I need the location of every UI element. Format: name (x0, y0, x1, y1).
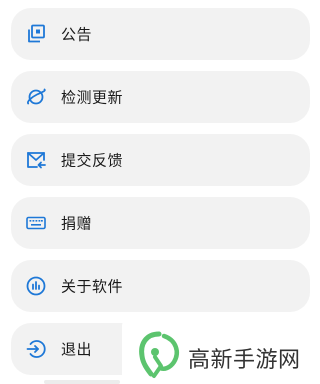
menu-item-label: 检测更新 (61, 88, 124, 107)
watermark-text: 高新手游网 (188, 348, 301, 373)
watermark: 高新手游网 (122, 318, 320, 384)
feedback-mail-icon (25, 149, 47, 171)
planet-icon (25, 86, 47, 108)
menu-item-check-update[interactable]: 检测更新 (11, 71, 310, 123)
menu-item-feedback[interactable]: 提交反馈 (11, 134, 310, 186)
about-bars-icon (25, 275, 47, 297)
menu-item-about[interactable]: 关于软件 (11, 260, 310, 312)
notice-icon (25, 23, 47, 45)
exit-icon (25, 338, 47, 360)
bottom-divider (44, 380, 120, 384)
keyboard-icon (25, 212, 47, 234)
menu-item-label: 捐赠 (61, 214, 93, 233)
menu-item-label: 公告 (61, 25, 93, 44)
menu-item-donate[interactable]: 捐赠 (11, 197, 310, 249)
watermark-logo-icon (136, 330, 182, 382)
menu-item-announcement[interactable]: 公告 (11, 8, 310, 60)
menu-item-label: 退出 (61, 340, 93, 359)
menu-item-label: 关于软件 (61, 277, 124, 296)
menu-item-label: 提交反馈 (61, 151, 124, 170)
settings-menu-page: 公告 检测更新 提交反馈 捐赠 关于软件 退出 高新手游网 (0, 0, 320, 384)
